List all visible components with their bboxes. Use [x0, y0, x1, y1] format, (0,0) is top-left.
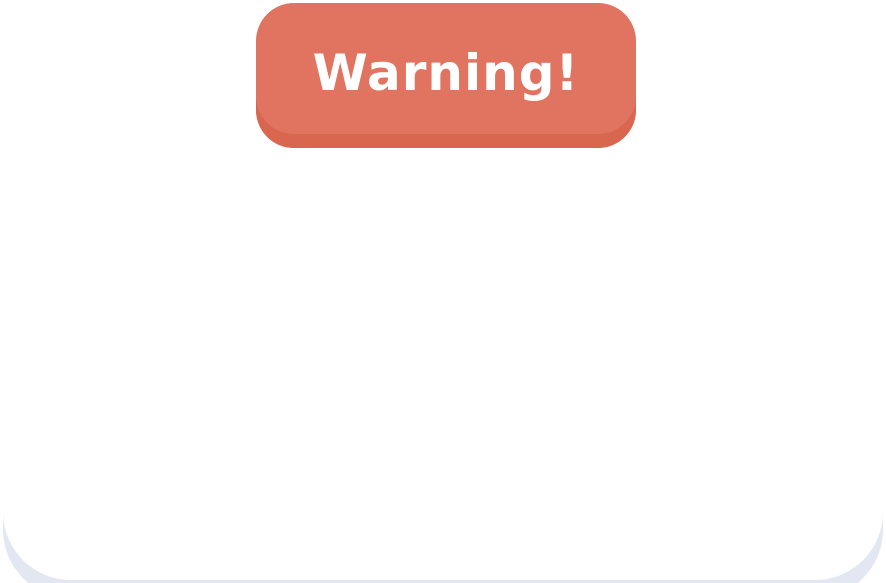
- warning-title-label: Warning!: [312, 43, 580, 102]
- warning-dialog-screen: Warning!: [0, 0, 886, 583]
- warning-title-badge: Warning!: [256, 3, 636, 148]
